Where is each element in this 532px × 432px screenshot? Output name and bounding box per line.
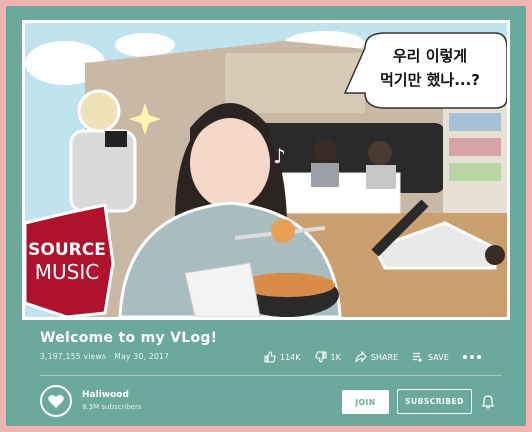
save-button[interactable]: SAVE [412,351,449,363]
video-title: Welcome to my VLog! [40,330,218,346]
thumbnail-art: 우리 이렇게 먹기만 했나...? SOURCE MUSIC ♪ [25,23,507,317]
svg-text:♪: ♪ [273,144,286,168]
heart-icon [48,394,64,408]
share-button[interactable]: SHARE [355,351,398,363]
video-meta: 3,197,155 views · May 30, 2017 [40,352,169,361]
channel-name[interactable]: Haliwood [82,390,129,400]
dislike-count: 1K [330,352,341,362]
divider [40,375,502,376]
join-button[interactable]: JOIN [342,390,389,414]
subscribed-button[interactable]: SUBSCRIBED [397,389,472,414]
like-count: 114K [280,352,301,362]
logo-line1: SOURCE [28,240,106,260]
video-thumbnail[interactable]: 우리 이렇게 먹기만 했나...? SOURCE MUSIC ♪ [22,20,510,320]
view-count: 3,197,155 views [40,352,107,361]
like-button[interactable]: 114K [264,351,301,363]
notification-bell-icon[interactable] [481,394,495,413]
thumbs-up-icon [264,351,276,363]
playlist-add-icon [413,352,423,362]
dislike-button[interactable]: 1K [314,351,341,363]
thumbnail-caption-line1: 우리 이렇게 [393,47,467,65]
more-options-icon[interactable] [462,355,481,359]
subscriber-count: 8.3M subscribers [82,403,142,411]
thumbs-down-icon [314,351,327,363]
upload-date: May 30, 2017 [114,352,170,361]
thumbnail-caption-line2: 먹기만 했나...? [380,71,480,89]
save-label: SAVE [428,352,449,362]
logo-line2: MUSIC [35,260,99,284]
share-icon [355,351,367,363]
action-bar: 114K 1K SHARE SAVE [264,347,481,367]
video-card: 우리 이렇게 먹기만 했나...? SOURCE MUSIC ♪ Welcome… [6,6,526,426]
channel-avatar[interactable] [40,385,72,417]
share-label: SHARE [370,352,399,362]
